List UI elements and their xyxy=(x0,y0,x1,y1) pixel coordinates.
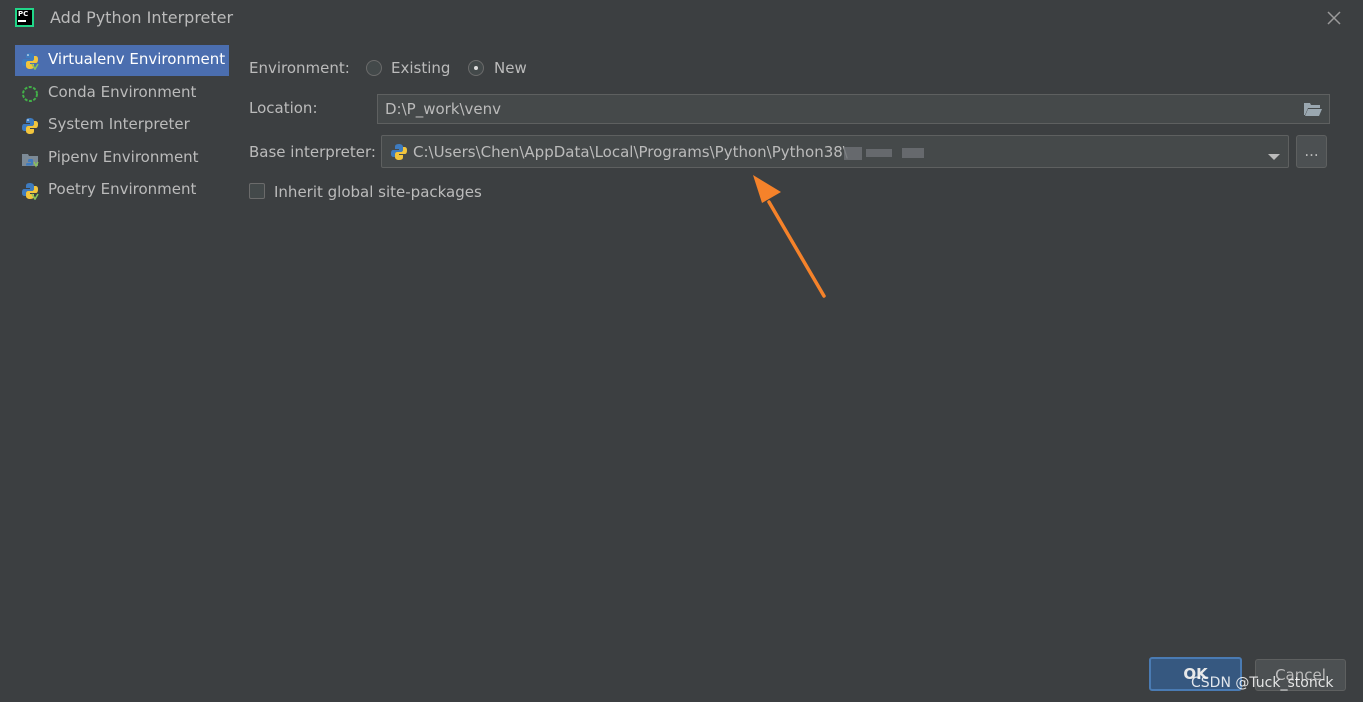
base-interpreter-dropdown[interactable]: C:\Users\Chen\AppData\Local\Programs\Pyt… xyxy=(381,135,1289,168)
inherit-checkbox[interactable] xyxy=(249,183,265,199)
sidebar-item-label: Conda Environment xyxy=(48,83,197,101)
sidebar-item-label: Poetry Environment xyxy=(48,180,197,198)
python-virtualenv-icon xyxy=(21,52,39,71)
python-icon xyxy=(21,117,39,135)
sidebar-item-poetry[interactable]: Poetry Environment xyxy=(15,175,229,206)
location-field[interactable]: D:\P_work\venv xyxy=(377,94,1330,124)
watermark: CSDN @Tuck_stonck xyxy=(1191,675,1334,691)
pycharm-logo-icon: PC xyxy=(15,8,34,27)
inherit-label[interactable]: Inherit global site-packages xyxy=(274,183,482,201)
base-interpreter-value: C:\Users\Chen\AppData\Local\Programs\Pyt… xyxy=(413,143,848,161)
title-bar: PC Add Python Interpreter xyxy=(0,0,1363,36)
pipenv-icon xyxy=(21,150,39,168)
sidebar-item-label: System Interpreter xyxy=(48,115,190,133)
sidebar-item-system-interpreter[interactable]: System Interpreter xyxy=(15,110,229,141)
redacted-blur xyxy=(866,149,892,157)
redacted-blur xyxy=(844,147,862,160)
sidebar-item-label: Pipenv Environment xyxy=(48,148,199,166)
sidebar-item-conda[interactable]: Conda Environment xyxy=(15,78,229,109)
folder-open-icon[interactable] xyxy=(1303,101,1323,117)
radio-existing[interactable] xyxy=(366,60,382,76)
radio-new-label[interactable]: New xyxy=(494,59,527,77)
dialog-title: Add Python Interpreter xyxy=(50,8,234,27)
annotation-arrow-icon xyxy=(753,175,826,298)
browse-button[interactable]: ... xyxy=(1296,135,1327,168)
environment-label: Environment: xyxy=(249,59,350,77)
location-label: Location: xyxy=(249,99,318,117)
poetry-icon xyxy=(21,182,39,201)
location-value: D:\P_work\venv xyxy=(385,100,502,118)
conda-icon xyxy=(21,85,39,103)
redacted-blur xyxy=(902,148,924,158)
chevron-down-icon[interactable] xyxy=(1267,148,1281,160)
base-interpreter-label: Base interpreter: xyxy=(249,143,376,161)
radio-existing-label[interactable]: Existing xyxy=(391,59,450,77)
radio-new[interactable] xyxy=(468,60,484,76)
close-icon[interactable] xyxy=(1322,6,1346,30)
sidebar-item-pipenv[interactable]: Pipenv Environment xyxy=(15,143,229,174)
sidebar-item-virtualenv[interactable]: Virtualenv Environment xyxy=(15,45,229,76)
sidebar-item-label: Virtualenv Environment xyxy=(48,50,226,68)
logo-text: PC xyxy=(18,10,29,18)
python-icon xyxy=(390,143,408,161)
